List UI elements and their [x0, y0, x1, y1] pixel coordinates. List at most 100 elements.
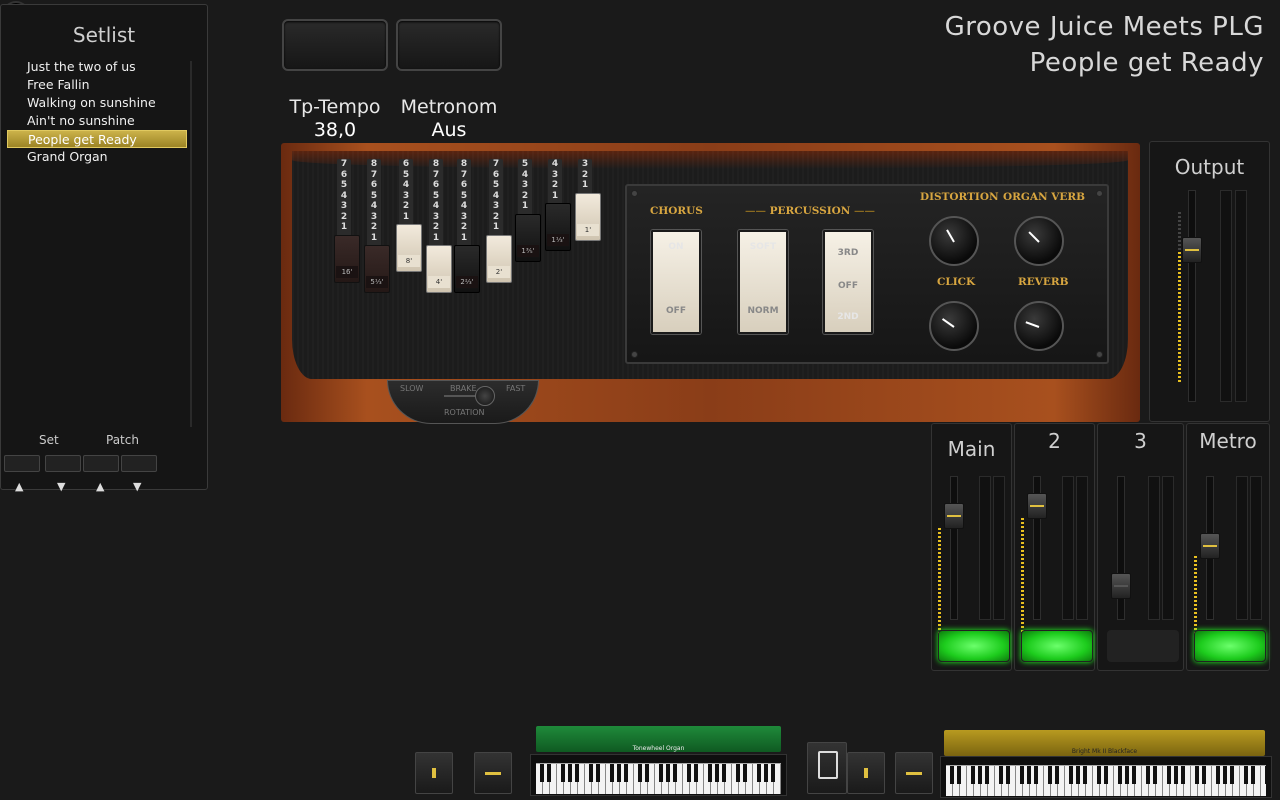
rotation-label: ROTATION	[444, 408, 485, 417]
channel-meter	[1075, 476, 1088, 620]
channel-mute-button[interactable]	[1021, 630, 1093, 662]
drawbar-handle[interactable]: 2'	[486, 234, 512, 283]
percussion-2nd-label: 2ND	[837, 312, 859, 322]
drawbar-handle[interactable]: 1⅗'	[515, 213, 541, 262]
channel-mute-button[interactable]	[938, 630, 1010, 662]
channel-mute-button[interactable]	[1107, 630, 1179, 662]
drawbar-number: 2	[581, 169, 589, 180]
output-meter-right	[1235, 190, 1247, 402]
percussion-harmonic-switch[interactable]: 3RD OFF 2ND	[823, 230, 873, 334]
drawbar-number: 4	[521, 169, 529, 180]
song-title: Groove Juice Meets PLG	[944, 12, 1264, 42]
patch-prev-button[interactable]	[83, 455, 119, 472]
distortion-knob[interactable]	[929, 216, 979, 266]
drawbar-number: 7	[492, 159, 500, 169]
drawbar-scale: 4321	[548, 159, 562, 201]
setlist-item[interactable]: Grand Organ	[7, 148, 187, 166]
drawbar-number: 5	[340, 180, 348, 190]
drawbar-number: 1	[521, 201, 529, 211]
patch-down-arrow[interactable]: ▼	[133, 480, 141, 493]
drawbar-number: 3	[340, 201, 348, 211]
channel-meter	[992, 476, 1005, 620]
drawbar-handle[interactable]: 1⅓'	[545, 203, 571, 251]
drawbar-footage-label: 1⅗'	[517, 244, 539, 257]
percussion-volume-switch[interactable]: SOFT NORM	[738, 230, 788, 334]
channel-meter	[1148, 476, 1161, 620]
channel-strip: 2	[1014, 423, 1095, 671]
output-meter-left	[1220, 190, 1232, 402]
output-title: Output	[1174, 155, 1245, 179]
click-knob[interactable]	[929, 301, 979, 351]
drawbar-number: 6	[460, 180, 468, 190]
set-prev-button[interactable]	[4, 455, 40, 472]
keyboard1[interactable]	[536, 763, 781, 794]
drawbar-number: 2	[492, 211, 500, 222]
drawbar-scale: 87654321	[367, 159, 381, 243]
drawbar-handle[interactable]: 4'	[426, 245, 452, 293]
drawbar-number: 4	[551, 159, 559, 169]
drawbar-handle[interactable]: 2⅔'	[454, 245, 480, 293]
rotation-brake-label: BRAKE	[450, 384, 477, 393]
channel-mute-button[interactable]	[1194, 630, 1266, 662]
pedal-switch-2[interactable]	[474, 752, 512, 794]
output-fader[interactable]	[1182, 237, 1202, 263]
drawbar-handle[interactable]: 1'	[575, 192, 601, 241]
pedal-switch-3[interactable]	[847, 752, 885, 794]
drawbar-number: 1	[370, 232, 378, 243]
organ-verb-knob[interactable]	[1014, 216, 1064, 266]
drawbar-number: 7	[460, 169, 468, 180]
drawbar-number: 3	[402, 190, 410, 201]
drawbar-handle[interactable]: 8'	[396, 224, 422, 272]
drawbar-number: 3	[460, 211, 468, 222]
rotation-knob[interactable]	[475, 386, 495, 406]
drawbar-footage-label: 2'	[488, 265, 510, 278]
organ-control-panel: CHORUS ON OFF —— PERCUSSION —— SOFT NORM…	[625, 184, 1109, 364]
drawbar-handle[interactable]: 16'	[334, 234, 360, 283]
drawbar-footage-label: 1⅓'	[547, 234, 569, 246]
drawbar-number: 1	[460, 232, 468, 243]
drawbar-number: 6	[340, 169, 348, 180]
pedal-switch-4[interactable]	[895, 752, 933, 794]
channel-fader[interactable]	[944, 503, 964, 529]
drawbar-number: 5	[370, 190, 378, 201]
expression-pedal[interactable]	[807, 742, 847, 794]
metronome-button[interactable]	[396, 19, 502, 71]
patch-up-arrow[interactable]: ▲	[96, 480, 104, 493]
drawbar-scale: 654321	[399, 159, 413, 222]
tap-tempo-button[interactable]	[282, 19, 388, 71]
setlist-panel: Setlist Just the two of us Free Fallin Wal…	[0, 4, 208, 493]
drawbar-footage-label: 5⅓'	[366, 276, 388, 288]
keyboard2-label-bar: Bright Mk II Blackface	[944, 730, 1265, 756]
setlist-item[interactable]: Walking on sunshine	[7, 94, 187, 112]
channel-strip: Metro	[1186, 423, 1270, 671]
setlist-item[interactable]: Just the two of us	[7, 58, 187, 76]
set-down-arrow[interactable]: ▼	[57, 480, 65, 493]
set-next-button[interactable]	[45, 455, 81, 472]
reverb-label: REVERB	[1018, 276, 1069, 288]
channel-fader[interactable]	[1111, 573, 1131, 599]
pedal-switch-1[interactable]	[415, 752, 453, 794]
keyboard2[interactable]	[946, 765, 1266, 796]
drawbar-scale: 87654321	[457, 159, 471, 243]
drawbar-footage-label: 16'	[336, 265, 358, 278]
drawbar-handle[interactable]: 5⅓'	[364, 245, 390, 293]
setlist-item[interactable]: Ain't no sunshine	[7, 112, 187, 130]
chorus-switch[interactable]: ON OFF	[651, 230, 701, 334]
channel-meter	[978, 476, 991, 620]
setlist-item[interactable]: People get Ready	[7, 130, 187, 148]
drawbar-number: 1	[432, 232, 440, 243]
drawbar-number: 4	[340, 190, 348, 201]
setlist-item[interactable]: Free Fallin	[7, 76, 187, 94]
keyboard2-frame	[940, 756, 1272, 798]
percussion-3rd-label: 3RD	[837, 248, 859, 258]
reverb-knob[interactable]	[1014, 301, 1064, 351]
channel-fader[interactable]	[1200, 533, 1220, 559]
drawbar-number: 3	[370, 211, 378, 222]
set-up-arrow[interactable]: ▲	[15, 480, 23, 493]
patch-next-button[interactable]	[121, 455, 157, 472]
drawbar-number: 5	[492, 180, 500, 190]
setlist-scrollbar[interactable]	[190, 61, 192, 427]
channel-fader[interactable]	[1027, 493, 1047, 519]
output-fader-track	[1188, 190, 1196, 402]
drawbar-number: 3	[521, 180, 529, 190]
